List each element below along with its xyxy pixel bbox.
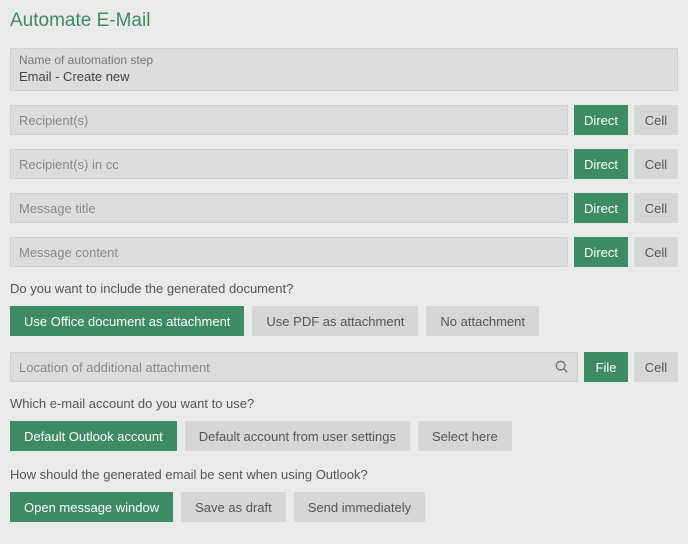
search-icon[interactable] (547, 352, 577, 382)
default-outlook-button[interactable]: Default Outlook account (10, 421, 177, 451)
automation-name-field[interactable]: Name of automation step Email - Create n… (10, 48, 678, 91)
open-message-window-button[interactable]: Open message window (10, 492, 173, 522)
subject-cell-button[interactable]: Cell (634, 193, 678, 223)
attachment-cell-button[interactable]: Cell (634, 352, 678, 382)
attachment-file-button[interactable]: File (584, 352, 628, 382)
send-method-question: How should the generated email be sent w… (10, 467, 678, 482)
cc-direct-button[interactable]: Direct (574, 149, 628, 179)
content-input[interactable]: Message content (10, 237, 568, 267)
automation-name-label: Name of automation step (19, 53, 669, 67)
recipients-cell-button[interactable]: Cell (634, 105, 678, 135)
subject-input[interactable]: Message title (10, 193, 568, 223)
no-attachment-button[interactable]: No attachment (426, 306, 539, 336)
use-pdf-attachment-button[interactable]: Use PDF as attachment (252, 306, 418, 336)
send-immediately-button[interactable]: Send immediately (294, 492, 425, 522)
save-as-draft-button[interactable]: Save as draft (181, 492, 286, 522)
recipients-input[interactable]: Recipient(s) (10, 105, 568, 135)
automation-name-value: Email - Create new (19, 69, 669, 84)
select-account-button[interactable]: Select here (418, 421, 512, 451)
content-cell-button[interactable]: Cell (634, 237, 678, 267)
use-office-attachment-button[interactable]: Use Office document as attachment (10, 306, 244, 336)
cc-cell-button[interactable]: Cell (634, 149, 678, 179)
recipients-direct-button[interactable]: Direct (574, 105, 628, 135)
account-question: Which e-mail account do you want to use? (10, 396, 678, 411)
subject-direct-button[interactable]: Direct (574, 193, 628, 223)
content-direct-button[interactable]: Direct (574, 237, 628, 267)
default-user-settings-button[interactable]: Default account from user settings (185, 421, 410, 451)
page-title: Automate E-Mail (10, 10, 678, 32)
attachment-location-input[interactable]: Location of additional attachment (10, 352, 578, 382)
attachment-location-placeholder: Location of additional attachment (11, 360, 547, 375)
cc-input[interactable]: Recipient(s) in cc (10, 149, 568, 179)
include-doc-question: Do you want to include the generated doc… (10, 281, 678, 296)
